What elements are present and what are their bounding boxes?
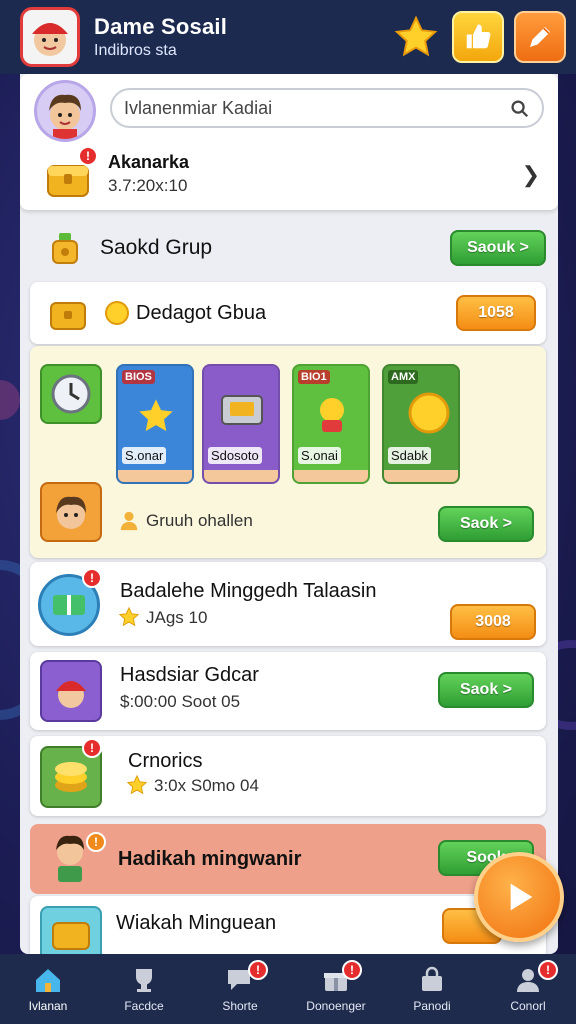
section-action-button[interactable]: Saouk > bbox=[450, 230, 546, 266]
event-card-tag: AMX bbox=[388, 370, 419, 384]
event-card-label: Sdosoto bbox=[208, 447, 262, 464]
row-title: Hadikah mingwanir bbox=[118, 848, 302, 870]
row-action-button[interactable]: 3008 bbox=[450, 604, 536, 640]
app-subtitle: Indibros sta bbox=[94, 42, 177, 59]
chest-icon bbox=[50, 302, 86, 330]
row-title: Dedagot Gbua bbox=[136, 302, 267, 324]
notification-badge: ! bbox=[82, 568, 102, 588]
list-item[interactable]: Wiakah Minguean bbox=[30, 896, 546, 954]
search-bar[interactable] bbox=[110, 88, 544, 128]
nav-item-donoenger[interactable]: ! Donoenger bbox=[288, 954, 384, 1024]
app-title: Dame Sosail bbox=[94, 14, 228, 39]
nav-item-facdce[interactable]: Facdce bbox=[96, 954, 192, 1024]
coin-icon bbox=[105, 301, 129, 325]
list-item[interactable]: ! Badalehe Minggedh Talaasin JAgs 10 300… bbox=[30, 562, 546, 646]
favorites-button[interactable] bbox=[390, 11, 442, 63]
profile-card: ! Akanarka 3.7:20x:10 ❯ bbox=[20, 74, 558, 210]
list-item[interactable]: Hasdsiar Gdcar $:00:00 Soot 05 Saok > bbox=[30, 652, 546, 730]
event-card[interactable]: AMX Sdabk bbox=[382, 364, 460, 484]
notification-badge: ! bbox=[86, 832, 106, 852]
app-header: Dame Sosail Indibros sta bbox=[0, 0, 576, 74]
nav-label: Conorl bbox=[510, 999, 546, 1013]
row-sub: JAgs 10 bbox=[146, 608, 208, 627]
daily-reward-button[interactable]: 1058 bbox=[456, 295, 536, 331]
row-sub: $:00:00 Soot 05 bbox=[120, 692, 241, 711]
event-panel: BIOS S.onar Sdosoto BIO1 S.onai AMX Sdab… bbox=[30, 346, 546, 558]
play-button[interactable] bbox=[474, 852, 564, 942]
nav-item-home[interactable]: Ivlanan bbox=[0, 954, 96, 1024]
daily-reward-row[interactable]: Dedagot Gbua 1058 bbox=[30, 282, 546, 344]
background-dot bbox=[0, 380, 20, 420]
thumbs-up-icon bbox=[466, 24, 491, 49]
shop-icon bbox=[415, 965, 449, 995]
row-sub: 3:0x S0mo 04 bbox=[154, 776, 259, 795]
machine-icon bbox=[221, 395, 263, 425]
edit-button[interactable] bbox=[514, 11, 566, 63]
section-header: Saokd Grup Saouk > bbox=[20, 218, 558, 278]
notification-badge: ! bbox=[248, 960, 268, 980]
row-title: Badalehe Minggedh Talaasin bbox=[120, 580, 377, 602]
gold-coin-icon bbox=[408, 392, 450, 434]
like-button[interactable] bbox=[452, 11, 504, 63]
character-icon bbox=[320, 398, 344, 432]
event-card-tag: BIO1 bbox=[298, 370, 330, 384]
header-text: Dame Sosail Indibros sta bbox=[94, 14, 380, 60]
star-icon bbox=[118, 606, 140, 627]
avatar[interactable] bbox=[34, 80, 96, 142]
profile-meta: 3.7:20x:10 bbox=[108, 176, 188, 195]
nav-item-shorte[interactable]: ! Shorte bbox=[192, 954, 288, 1024]
event-card[interactable]: BIOS S.onar bbox=[116, 364, 194, 484]
list-item[interactable]: ! Crnorics 3:0x S0mo 04 bbox=[30, 736, 546, 816]
event-card-tag bbox=[208, 370, 214, 372]
row-action-button[interactable]: Saok > bbox=[438, 672, 534, 708]
bottom-nav: Ivlanan Facdce ! Shorte ! Donoenger Pano… bbox=[0, 954, 576, 1024]
app-logo[interactable] bbox=[20, 7, 80, 67]
star-icon bbox=[139, 399, 173, 432]
notification-badge: ! bbox=[538, 960, 558, 980]
potion-icon bbox=[52, 233, 78, 264]
nav-label: Facdce bbox=[124, 999, 164, 1013]
chest-icon bbox=[40, 906, 102, 954]
main-content: ! Akanarka 3.7:20x:10 ❯ Saokd Grup Saouk… bbox=[20, 74, 558, 954]
row-title: Hasdsiar Gdcar bbox=[120, 664, 259, 686]
profile-name: Akanarka bbox=[108, 152, 190, 172]
star-icon bbox=[394, 15, 438, 57]
play-icon bbox=[510, 883, 533, 911]
search-icon[interactable] bbox=[508, 97, 530, 119]
event-card[interactable]: Sdosoto bbox=[202, 364, 280, 484]
row-title: Crnorics bbox=[128, 750, 203, 772]
treasure-chest-icon: ! bbox=[44, 146, 98, 202]
event-card-label: Sdabk bbox=[388, 447, 431, 464]
notification-badge: ! bbox=[342, 960, 362, 980]
player-icon bbox=[40, 660, 102, 722]
notification-badge: ! bbox=[78, 146, 98, 166]
highlight-row[interactable]: ! Hadikah mingwanir Sook bbox=[30, 824, 546, 894]
event-card-tag: BIOS bbox=[122, 370, 155, 384]
star-icon bbox=[126, 774, 148, 795]
trophy-icon bbox=[127, 965, 161, 995]
event-card-label: S.onai bbox=[298, 447, 341, 464]
chevron-right-icon[interactable]: ❯ bbox=[522, 162, 540, 188]
home-icon bbox=[31, 965, 65, 995]
nav-item-panodi[interactable]: Panodi bbox=[384, 954, 480, 1024]
pencil-icon bbox=[530, 27, 550, 47]
event-card-label: S.onar bbox=[122, 447, 167, 464]
nav-label: Panodi bbox=[413, 999, 451, 1013]
section-title: Saokd Grup bbox=[100, 236, 213, 259]
nav-label: Shorte bbox=[222, 999, 258, 1013]
nav-item-conorl[interactable]: ! Conorl bbox=[480, 954, 576, 1024]
event-avatar[interactable] bbox=[40, 482, 102, 542]
notification-badge: ! bbox=[82, 738, 102, 758]
row-title: Wiakah Minguean bbox=[116, 912, 277, 934]
search-input[interactable] bbox=[124, 97, 508, 119]
event-footer-text: Gruuh ohallen bbox=[146, 511, 253, 530]
clock-icon bbox=[40, 364, 102, 424]
nav-label: Donoenger bbox=[306, 999, 366, 1013]
event-action-button[interactable]: Saok > bbox=[438, 506, 534, 542]
person-icon bbox=[120, 511, 138, 531]
nav-label: Ivlanan bbox=[28, 999, 68, 1013]
event-card[interactable]: BIO1 S.onai bbox=[292, 364, 370, 484]
